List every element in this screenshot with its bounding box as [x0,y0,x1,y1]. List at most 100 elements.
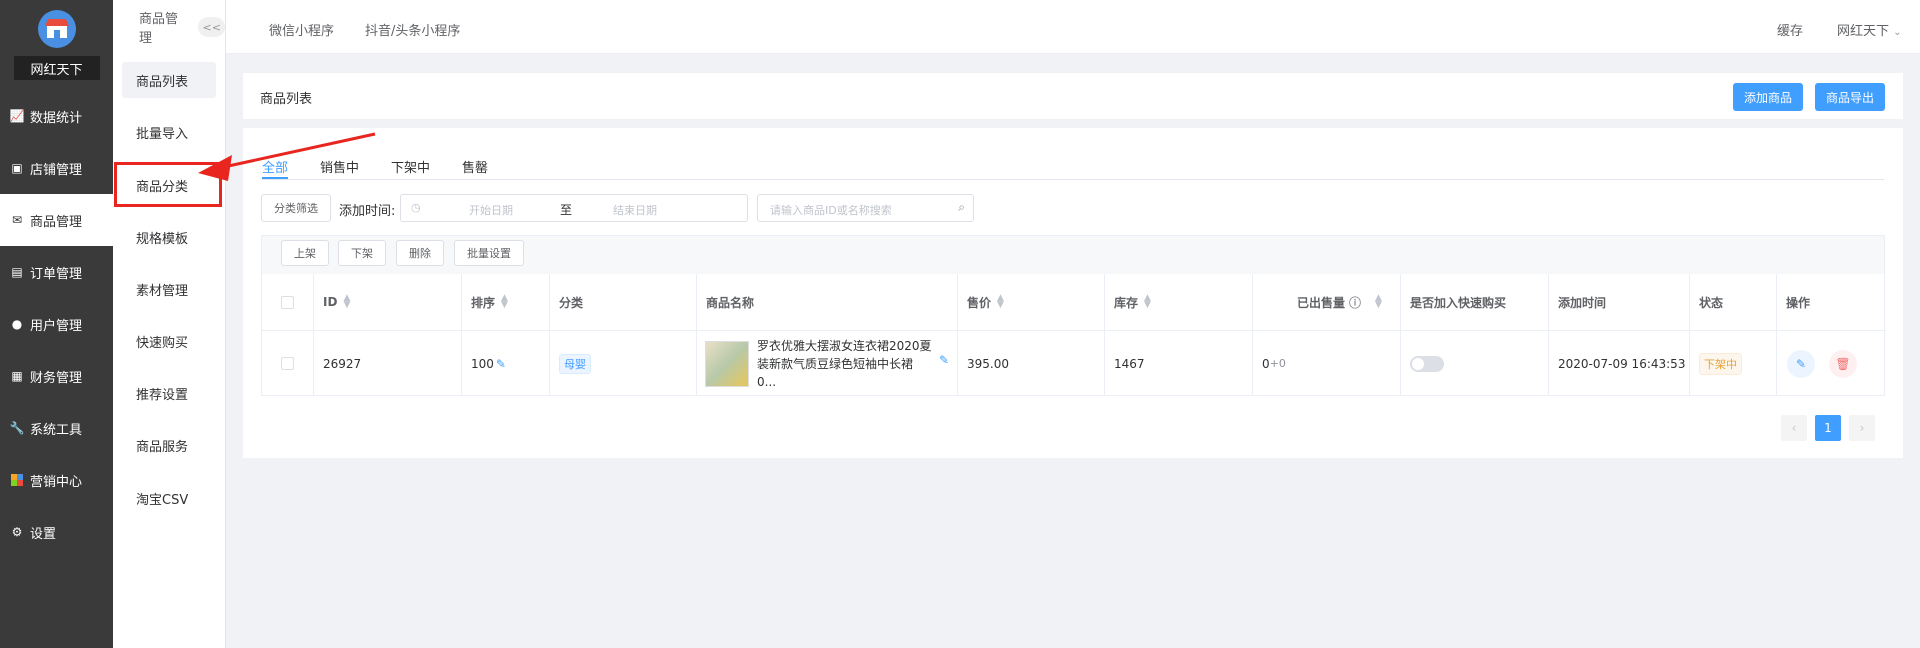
wrench-icon: 🔧 [9,421,25,435]
select-all-checkbox[interactable] [281,295,294,309]
pagination-prev[interactable]: ‹ [1781,415,1807,441]
add-goods-button[interactable]: 添加商品 [1733,83,1803,111]
sort-icon: ▲ ▼ [997,293,1004,310]
secondary-sidebar: 商品管理 << 商品列表 批量导入 商品分类 规格模板 素材管理 快速购买 推荐… [113,0,226,648]
nav-item-marketing[interactable]: 营销中心 [0,454,113,506]
header-price[interactable]: 售价 ▲ ▼ [958,274,1105,331]
cell-quick-buy [1401,331,1549,396]
nav-item-stats[interactable]: 📈 数据统计 [0,90,113,142]
gear-icon: ⚙ [11,525,23,539]
pagination-page-1[interactable]: 1 [1815,415,1841,441]
cell-stock: 1467 [1105,331,1253,396]
nav-item-orders[interactable]: ▤ 订单管理 [0,246,113,298]
cell-added-time: 2020-07-09 16:43:53 [1549,331,1690,396]
goods-icon: ✉ [11,213,23,227]
header-added-time: 添加时间 [1549,274,1690,331]
edit-pencil-icon: ✎ [1795,356,1807,371]
store-name: 网红天下 [13,56,100,80]
nav-item-finance[interactable]: ▦ 财务管理 [0,350,113,402]
chevron-down-icon: ⌄ [1893,27,1902,38]
subnav-item-material[interactable]: 素材管理 [122,271,216,307]
date-filter-label: 添加时间: [339,204,396,219]
store-icon: ▣ [11,161,23,175]
nav-item-goods[interactable]: ✉ 商品管理 [0,194,113,246]
store-logo-icon [37,10,76,48]
title-panel: 商品列表 [243,73,1903,119]
subnav-item-quick-buy[interactable]: 快速购买 [122,323,216,359]
subnav-item-goods-list[interactable]: 商品列表 [122,62,216,98]
cell-id: 26927 [314,331,462,396]
search-icon[interactable]: ⌕ [958,200,965,215]
annotation-arrow-icon [198,132,376,181]
subnav-item-taobao-csv[interactable]: 淘宝CSV [122,480,216,516]
start-date-input[interactable]: 开始日期 [469,202,513,218]
user-menu[interactable]: 网红天下 ⌄ [1837,20,1902,39]
primary-sidebar: 网红天下 📈 数据统计 ▣ 店铺管理 ✉ 商品管理 ▤ 订单管理 ● 用户管理 ▦ 财务管理… [0,0,113,648]
header-select-all [262,274,314,331]
tab-off-shelf[interactable]: 下架中 [391,157,430,176]
finance-icon: ▦ [11,369,23,383]
primary-nav: 📈 数据统计 ▣ 店铺管理 ✉ 商品管理 ▤ 订单管理 ● 用户管理 ▦ 财务管理 🔧 系统工… [0,90,113,558]
bulk-unpublish-button[interactable]: 下架 [338,240,386,266]
header-actions: 操作 [1777,274,1886,331]
trash-icon: 🗑 [1835,356,1851,371]
edit-button[interactable]: ✎ [1787,349,1815,378]
sort-icon: ▲ ▼ [343,293,351,310]
header-id[interactable]: ID ▲ ▼ [314,274,462,331]
secondary-sidebar-header: 商品管理 << [113,0,225,54]
header-category: 分类 [550,274,697,331]
cell-name: 罗衣优雅大摆淑女连衣裙2020夏装新款气质豆绿色短袖中长裙0... ✎ [697,331,958,396]
sort-icon: ▲ ▼ [501,293,508,310]
edit-pencil-icon[interactable]: ✎ [939,353,949,367]
cell-status: 下架中 [1690,331,1777,396]
date-range-picker[interactable]: ◷ 开始日期 至 结束日期 [400,194,748,222]
tab-douyin-miniapp[interactable]: 抖音/头条小程序 [365,20,460,39]
collapse-button[interactable]: << [198,17,225,37]
nav-item-tools[interactable]: 🔧 系统工具 [0,402,113,454]
cell-price: 395.00 [958,331,1105,396]
bulk-settings-button[interactable]: 批量设置 [454,240,524,266]
table-row [262,331,314,396]
nav-item-settings[interactable]: ⚙ 设置 [0,506,113,558]
end-date-input[interactable]: 结束日期 [613,202,657,218]
page-title: 商品列表 [260,92,313,107]
search-input[interactable]: 请输入商品ID或名称搜索 ⌕ [757,194,974,222]
header-quick-buy: 是否加入快速购买 [1401,274,1549,331]
category-filter-button[interactable]: 分类筛选 [261,194,331,222]
quick-buy-toggle[interactable] [1410,355,1444,372]
tab-wechat-miniapp[interactable]: 微信小程序 [269,20,334,39]
top-header [226,0,1920,54]
subnav-item-recommend[interactable]: 推荐设置 [122,375,216,411]
pagination-next[interactable]: › [1849,415,1875,441]
sort-icon: ▲ ▼ [1375,293,1382,310]
tab-sold-out[interactable]: 售罄 [462,157,488,176]
nav-item-store[interactable]: ▣ 店铺管理 [0,142,113,194]
nav-item-users[interactable]: ● 用户管理 [0,298,113,350]
header-status: 状态 [1690,274,1777,331]
marketing-icon [10,473,24,487]
product-name: 罗衣优雅大摆淑女连衣裙2020夏装新款气质豆绿色短袖中长裙0... [757,338,932,389]
bulk-delete-button[interactable]: 删除 [396,240,444,266]
date-separator: 至 [560,203,573,217]
header-sort[interactable]: 排序 ▲ ▼ [462,274,550,331]
chart-icon: 📈 [9,109,25,123]
delete-button[interactable]: 🗑 [1829,349,1857,378]
sort-icon: ▲ ▼ [1144,293,1151,310]
header-stock[interactable]: 库存 ▲ ▼ [1105,274,1253,331]
edit-pencil-icon[interactable]: ✎ [496,357,506,371]
cell-sort[interactable]: 100 ✎ [462,331,550,396]
info-icon: ⓘ [1349,295,1362,310]
clock-icon: ◷ [411,201,421,214]
header-name: 商品名称 [697,274,958,331]
cache-button[interactable]: 缓存 [1777,20,1803,39]
subnav-item-spec-template[interactable]: 规格模板 [122,219,216,255]
subnav-item-service[interactable]: 商品服务 [122,427,216,463]
user-icon: ● [11,317,23,331]
header-sold[interactable]: 已出售量 ⓘ ▲ ▼ [1253,274,1401,331]
order-icon: ▤ [11,265,23,279]
category-tag: 母婴 [559,353,591,374]
goods-table: 上架 下架 删除 批量设置 ID ▲ ▼ 排序 ▲ ▼ 分类 商品名称 售价 ▲ ▼ 库存 ▲… [261,235,1886,396]
bulk-publish-button[interactable]: 上架 [281,240,329,266]
row-checkbox[interactable] [281,357,294,370]
export-goods-button[interactable]: 商品导出 [1815,83,1885,111]
